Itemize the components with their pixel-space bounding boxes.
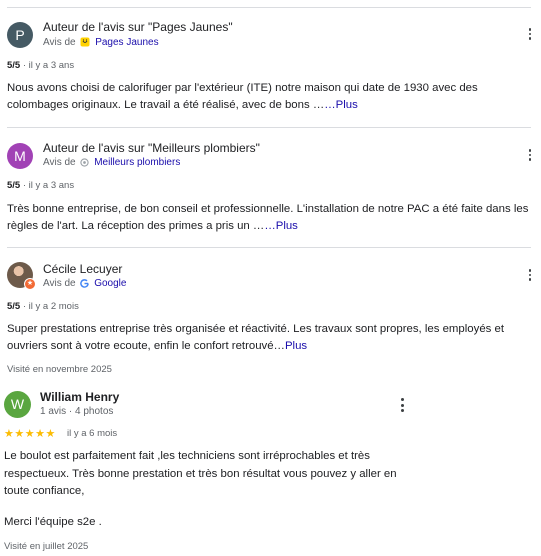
review-text-closing: Merci l'équipe s2e .	[4, 516, 102, 528]
source-name-link[interactable]: Pages Jaunes	[95, 37, 158, 48]
review-author[interactable]: Auteur de l'avis sur "Meilleurs plombier…	[43, 141, 260, 155]
review-author[interactable]: Cécile Lecuyer	[43, 262, 122, 276]
source-name-link[interactable]: Google	[94, 278, 126, 289]
more-options-icon[interactable]	[528, 28, 532, 40]
review-time: · il y a 3 ans	[20, 60, 75, 71]
source-name-link[interactable]: Meilleurs plombiers	[94, 157, 180, 168]
rating-line: 5/5 · il y a 3 ans	[7, 180, 74, 191]
rating-value: 5/5	[7, 180, 21, 191]
review-text: Le boulot est parfaitement fait ,les tec…	[4, 450, 397, 497]
review-time: · il y a 2 mois	[20, 301, 79, 312]
review-source: Avis de Meilleurs plombiers	[43, 157, 180, 170]
avatar[interactable]: W	[4, 391, 31, 418]
local-guide-badge-icon: ★	[24, 278, 36, 290]
avatar[interactable]: M	[7, 143, 33, 169]
avatar[interactable]: ★	[7, 262, 36, 290]
visit-date: Visité en novembre 2025	[7, 364, 112, 375]
review-time: il y a 6 mois	[67, 428, 118, 439]
star-rating: ★★★★★	[4, 428, 56, 440]
source-prefix: Avis de	[43, 157, 76, 168]
pages-jaunes-icon	[80, 37, 90, 50]
reviewer-meta: 1 avis · 4 photos	[40, 406, 114, 417]
meilleurs-plombiers-icon	[80, 158, 90, 170]
divider	[7, 7, 531, 8]
more-options-icon[interactable]	[528, 149, 532, 161]
source-prefix: Avis de	[43, 37, 76, 48]
rating-value: 5/5	[7, 60, 21, 71]
review-author[interactable]: William Henry	[40, 390, 119, 404]
review-text: Très bonne entreprise, de bon conseil et…	[7, 201, 533, 235]
more-options-icon[interactable]	[400, 398, 404, 412]
more-link[interactable]: …Plus	[264, 220, 298, 232]
review-source: Avis de Google	[43, 278, 126, 291]
review-time: · il y a 3 ans	[20, 180, 75, 191]
review-text: Nous avons choisi de calorifuger par l'e…	[7, 80, 533, 114]
more-options-icon[interactable]	[528, 269, 532, 281]
rating-value: 5/5	[7, 301, 21, 312]
review-author[interactable]: Auteur de l'avis sur "Pages Jaunes"	[43, 20, 233, 34]
avatar[interactable]: P	[7, 22, 33, 48]
divider	[7, 247, 531, 248]
rating-line: 5/5 · il y a 3 ans	[7, 60, 74, 71]
review-text: Super prestations entreprise très organi…	[7, 321, 533, 355]
review-body: Super prestations entreprise très organi…	[7, 323, 505, 352]
more-link[interactable]: Plus	[285, 340, 307, 352]
rating-line: 5/5 · il y a 2 mois	[7, 301, 79, 312]
review-source: Avis de Pages Jaunes	[43, 37, 159, 50]
visit-date: Visité en juillet 2025	[4, 541, 89, 552]
more-link[interactable]: …Plus	[324, 99, 358, 111]
google-icon	[80, 279, 90, 291]
source-prefix: Avis de	[43, 278, 76, 289]
review-body: Nous avons choisi de calorifuger par l'e…	[7, 82, 478, 111]
divider	[7, 127, 531, 128]
